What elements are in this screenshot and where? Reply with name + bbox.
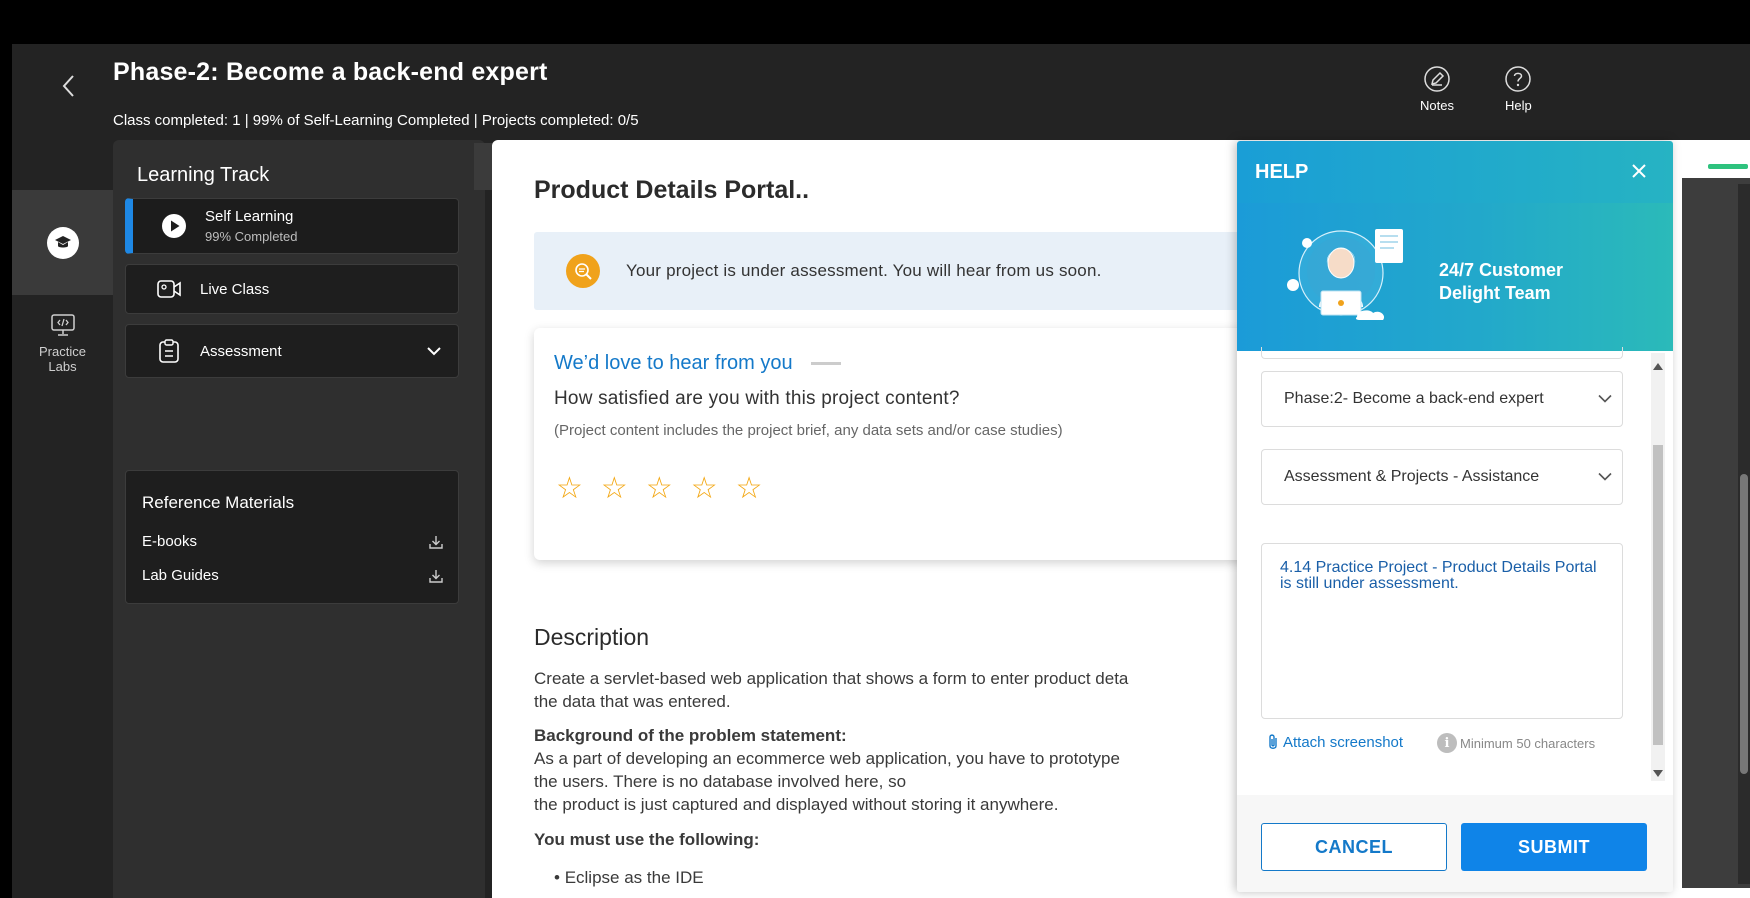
dialog-scrollbar[interactable]	[1651, 353, 1665, 781]
star-5-icon[interactable]: ☆	[736, 474, 763, 504]
feedback-title-text: We’d love to hear from you	[554, 352, 793, 374]
assessment-label: Assessment	[200, 342, 282, 360]
top-black-strip	[0, 0, 1750, 44]
description-heading: Description	[534, 624, 650, 650]
scroll-down-arrow-icon[interactable]	[1653, 770, 1663, 777]
background-line-2: the users. There is no database involved…	[534, 772, 907, 791]
cancel-button[interactable]: CANCEL	[1261, 823, 1447, 871]
background-line-3: the product is just captured and display…	[534, 795, 1059, 814]
course-select-value: Phase:2- Become a back-end expert	[1284, 390, 1544, 407]
download-icon	[429, 535, 443, 549]
description-line-1: Create a servlet-based web application t…	[534, 669, 1129, 688]
submit-button[interactable]: SUBMIT	[1461, 823, 1647, 871]
progress-summary: Class completed: 1 | 99% of Self-Learnin…	[113, 112, 639, 129]
background-heading: Background of the problem statement:	[534, 726, 847, 745]
self-learning-progress: 99% Completed	[205, 229, 298, 244]
help-circle-icon	[1505, 66, 1532, 92]
rail-practice-labs[interactable]: Practice Labs	[12, 312, 113, 374]
title-dash	[810, 362, 841, 365]
graduation-cap-icon	[46, 226, 79, 259]
notes-label: Notes	[1420, 98, 1454, 113]
notes-button[interactable]: Notes	[1420, 66, 1454, 113]
download-icon	[429, 569, 443, 583]
lab-guides-label: Lab Guides	[142, 567, 219, 584]
track-item-assessment[interactable]: Assessment	[125, 324, 459, 378]
track-item-live-class[interactable]: Live Class	[125, 264, 459, 314]
reference-item-lab-guides[interactable]: Lab Guides	[142, 567, 444, 584]
self-learning-label: Self Learning	[205, 208, 294, 225]
play-icon	[159, 211, 189, 241]
star-rating: ☆ ☆ ☆ ☆ ☆	[556, 474, 763, 504]
page-scrollbar[interactable]	[1738, 184, 1750, 884]
learning-track-title: Learning Track	[137, 164, 270, 186]
message-textarea[interactable]: 4.14 Practice Project - Product Details …	[1261, 543, 1623, 719]
monitor-code-icon	[50, 314, 75, 336]
previous-field-edge	[1261, 347, 1623, 359]
chevron-down-icon	[1598, 472, 1612, 481]
project-title: Product Details Portal..	[534, 176, 810, 204]
chevron-down-icon	[427, 347, 441, 356]
progress-indicator	[1708, 164, 1748, 169]
feedback-question: How satisfied are you with this project …	[554, 388, 960, 409]
category-select[interactable]: Assessment & Projects - Assistance	[1261, 449, 1623, 505]
search-document-icon	[566, 254, 600, 288]
learning-track-panel: Learning Track Self Learning 99% Complet…	[113, 140, 524, 898]
track-item-self-learning[interactable]: Self Learning 99% Completed	[125, 198, 459, 254]
reference-materials-title: Reference Materials	[142, 493, 295, 512]
video-icon	[154, 274, 184, 304]
help-dialog: HELP 24/7 Customer Delight Team Phase:2-…	[1237, 141, 1673, 892]
ebooks-label: E-books	[142, 533, 198, 550]
description-line-2: the data that was entered.	[534, 692, 731, 711]
reference-materials: Reference Materials E-books Lab Guides	[125, 470, 459, 604]
feedback-title: We’d love to hear from you	[554, 352, 841, 375]
close-button[interactable]	[1627, 159, 1651, 183]
attach-screenshot-link[interactable]: Attach screenshot	[1267, 733, 1403, 751]
requirement-item-text: Eclipse as the IDE	[564, 868, 704, 887]
practice-labs-label: Practice Labs	[39, 344, 86, 374]
left-rail: Practice Labs	[12, 190, 113, 890]
star-3-icon[interactable]: ☆	[646, 474, 673, 504]
help-label: Help	[1505, 98, 1532, 113]
star-2-icon[interactable]: ☆	[601, 474, 628, 504]
support-agent-illustration	[1287, 229, 1403, 320]
category-select-value: Assessment & Projects - Assistance	[1284, 468, 1540, 485]
help-banner: 24/7 Customer Delight Team	[1237, 203, 1673, 351]
star-4-icon[interactable]: ☆	[691, 474, 718, 504]
help-header: HELP	[1237, 141, 1673, 203]
reference-item-ebooks[interactable]: E-books	[142, 533, 444, 550]
help-button[interactable]: Help	[1505, 66, 1532, 113]
live-class-label: Live Class	[200, 280, 270, 298]
background-line-1: As a part of developing an ecommerce web…	[534, 749, 1120, 768]
back-button[interactable]	[48, 66, 88, 106]
paperclip-icon	[1269, 734, 1277, 749]
chevron-left-icon	[62, 75, 74, 97]
help-form: Phase:2- Become a back-end expert Assess…	[1237, 347, 1673, 791]
rail-learning-button[interactable]	[12, 190, 113, 295]
requirement-item: • Eclipse as the IDE	[554, 868, 704, 887]
help-title: HELP	[1255, 161, 1309, 183]
dialog-scrollbar-thumb[interactable]	[1653, 445, 1663, 745]
course-select[interactable]: Phase:2- Become a back-end expert	[1261, 371, 1623, 427]
help-team-name: 24/7 Customer Delight Team	[1439, 260, 1564, 303]
page-title: Phase-2: Become a back-end expert	[113, 58, 548, 86]
page-scrollbar-thumb[interactable]	[1740, 474, 1748, 774]
info-icon: i	[1437, 733, 1457, 753]
clipboard-icon	[154, 336, 184, 366]
assessment-notice-text: Your project is under assessment. You wi…	[626, 261, 1102, 280]
feedback-card: We’d love to hear from you How satisfied…	[534, 328, 1294, 560]
minimum-characters-hint: Minimum 50 characters	[1460, 736, 1596, 751]
chevron-down-icon	[1598, 394, 1612, 403]
close-icon	[1632, 164, 1646, 178]
requirements-heading: You must use the following:	[534, 830, 760, 849]
edit-note-icon	[1424, 66, 1450, 92]
scroll-up-arrow-icon[interactable]	[1653, 363, 1663, 370]
attach-screenshot-label: Attach screenshot	[1283, 733, 1404, 751]
feedback-note: (Project content includes the project br…	[554, 422, 1063, 439]
assessment-notice: Your project is under assessment. You wi…	[534, 232, 1254, 310]
help-footer: CANCEL SUBMIT	[1237, 795, 1673, 892]
star-1-icon[interactable]: ☆	[556, 474, 583, 504]
